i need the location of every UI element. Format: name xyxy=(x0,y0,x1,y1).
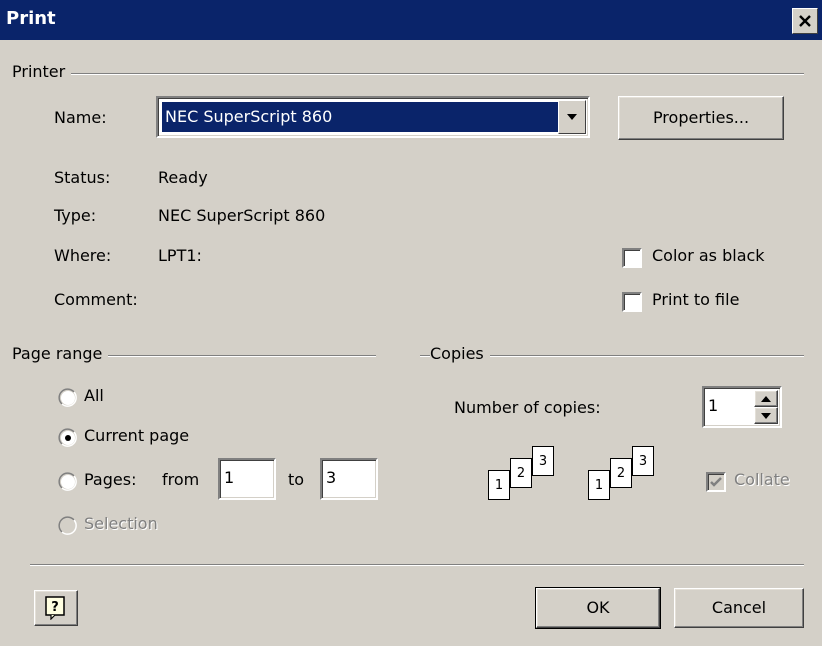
properties-button-label: Properties... xyxy=(652,108,750,127)
bottom-separator xyxy=(30,564,804,566)
radio-selected-dot xyxy=(65,435,71,441)
copies-group-label: Copies xyxy=(430,344,490,363)
ok-button-label: OK xyxy=(586,598,610,617)
printer-dropdown-button[interactable] xyxy=(558,100,586,134)
radio-selection[interactable] xyxy=(58,516,78,536)
arrow-up-icon xyxy=(761,396,771,402)
radio-current-page[interactable] xyxy=(58,428,78,448)
cancel-button-label: Cancel xyxy=(711,598,767,617)
properties-button[interactable]: Properties... xyxy=(618,96,784,140)
svg-text:?: ? xyxy=(51,600,59,615)
collate-illustration-1: 3 2 1 xyxy=(476,446,566,516)
radio-all[interactable] xyxy=(58,388,78,408)
pages-from-input[interactable]: 1 xyxy=(218,458,276,500)
print-to-file-label: Print to file xyxy=(652,290,740,309)
page-icon: 2 xyxy=(510,458,532,488)
number-of-copies-label: Number of copies: xyxy=(454,398,601,417)
page-icon: 3 xyxy=(532,446,554,476)
page-icon: 1 xyxy=(488,470,510,500)
where-value: LPT1: xyxy=(158,246,202,265)
title-bar: Print xyxy=(0,0,822,40)
radio-pages[interactable] xyxy=(58,472,78,492)
color-as-black-checkbox[interactable] xyxy=(622,248,642,268)
color-as-black-label: Color as black xyxy=(652,246,765,265)
number-of-copies-value: 1 xyxy=(708,396,719,415)
radio-selection-label: Selection xyxy=(84,514,158,533)
comment-label: Comment: xyxy=(54,290,138,309)
radio-pages-label: Pages: xyxy=(84,470,137,489)
help-icon: ? xyxy=(45,596,65,620)
spinner-up-button[interactable] xyxy=(754,390,778,407)
close-button[interactable] xyxy=(792,8,818,34)
radio-current-page-label: Current page xyxy=(84,426,190,445)
close-icon xyxy=(799,15,811,27)
pages-to-value: 3 xyxy=(326,468,337,487)
print-to-file-checkbox[interactable] xyxy=(622,292,642,312)
page-icon: 1 xyxy=(588,470,610,500)
checkmark-icon xyxy=(710,477,722,487)
printer-group-label: Printer xyxy=(12,62,72,81)
pages-from-value: 1 xyxy=(224,468,235,487)
number-of-copies-spinner[interactable]: 1 xyxy=(702,386,782,428)
collate-label: Collate xyxy=(734,470,790,489)
printer-group-frame xyxy=(18,73,804,75)
page-range-group-label: Page range xyxy=(12,344,109,363)
pages-to-label: to xyxy=(288,470,305,489)
arrow-down-icon xyxy=(761,413,771,419)
pages-to-input[interactable]: 3 xyxy=(320,458,378,500)
dialog-title: Print xyxy=(6,8,56,29)
printer-name-value: NEC SuperScript 860 xyxy=(162,102,558,132)
where-label: Where: xyxy=(54,246,112,265)
chevron-down-icon xyxy=(567,114,577,120)
print-dialog: Print Printer Name: NEC SuperScript 860 … xyxy=(0,0,822,646)
radio-all-label: All xyxy=(84,386,104,405)
status-value: Ready xyxy=(158,168,208,187)
page-icon: 2 xyxy=(610,458,632,488)
pages-from-label: from xyxy=(162,470,200,489)
help-button[interactable]: ? xyxy=(34,590,78,626)
spinner-down-button[interactable] xyxy=(754,407,778,424)
ok-button[interactable]: OK xyxy=(535,587,661,629)
page-icon: 3 xyxy=(632,446,654,476)
collate-checkbox[interactable] xyxy=(706,472,726,492)
type-value: NEC SuperScript 860 xyxy=(158,206,326,225)
status-label: Status: xyxy=(54,168,111,187)
printer-name-label: Name: xyxy=(54,108,107,127)
type-label: Type: xyxy=(54,206,97,225)
printer-name-select[interactable]: NEC SuperScript 860 xyxy=(156,96,590,138)
collate-illustration-2: 3 2 1 xyxy=(576,446,666,516)
cancel-button[interactable]: Cancel xyxy=(674,588,804,628)
